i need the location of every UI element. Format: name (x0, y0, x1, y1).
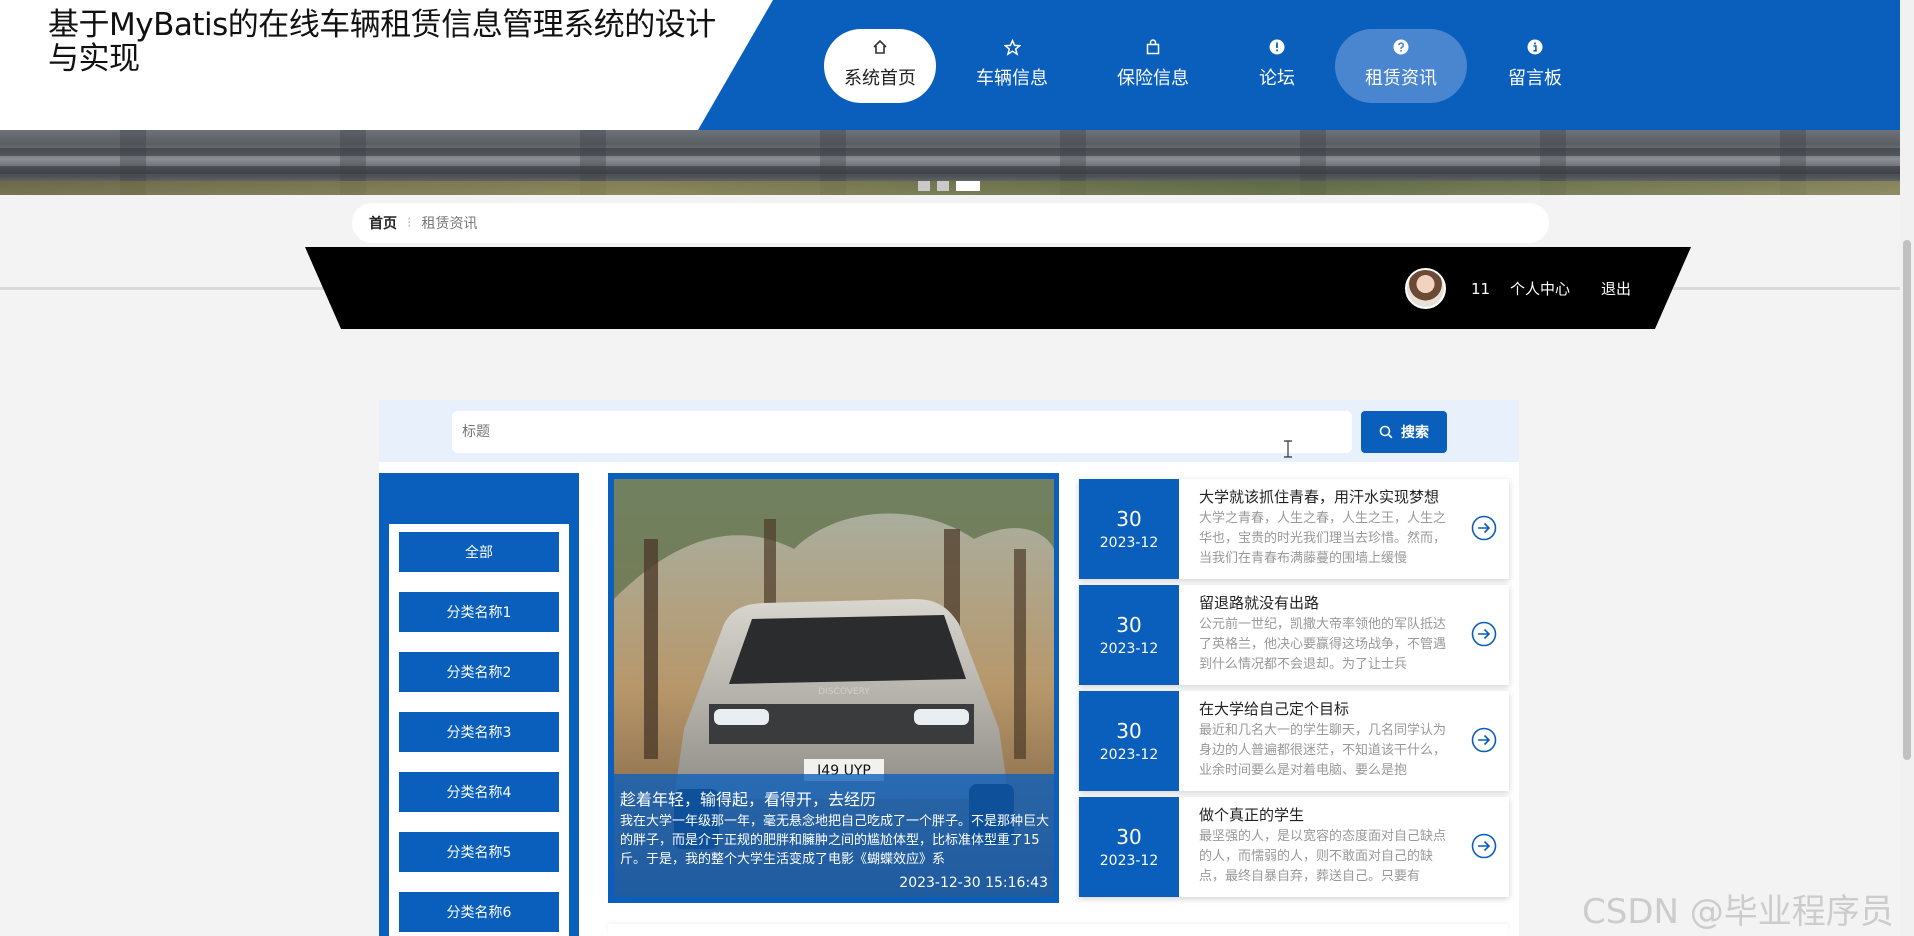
breadcrumb-separator: ⁝ (407, 215, 412, 231)
nav-item-rental-news[interactable]: 租赁资讯 (1335, 29, 1467, 103)
category-button[interactable]: 分类名称6 (399, 892, 559, 932)
news-summary: 大学之青春，人生之春，人生之王，人生之华也，宝贵的时光我们理当去珍惜。然而，当我… (1199, 511, 1447, 566)
arrow-right-circle-icon[interactable] (1471, 621, 1497, 647)
news-item[interactable]: 30 2023-12 在大学给自己定个目标 最近和几名大一的学生聊天，几名同学认… (1079, 691, 1509, 791)
category-button[interactable]: 分类名称5 (399, 832, 559, 872)
nav-item-label: 租赁资讯 (1365, 68, 1437, 89)
personal-center-link[interactable]: 个人中心 (1510, 279, 1570, 299)
carousel-indicators[interactable] (918, 181, 980, 191)
category-button[interactable]: 分类名称2 (399, 652, 559, 692)
news-item[interactable]: 30 2023-12 留退路就没有出路 公元前一世纪，凯撒大帝率领他的军队抵达了… (1079, 585, 1509, 685)
news-title[interactable]: 在大学给自己定个目标 (1199, 698, 1349, 719)
search-button[interactable]: 搜索 (1361, 411, 1447, 453)
news-title[interactable]: 做个真正的学生 (1199, 804, 1304, 825)
news-summary: 最坚强的人，是以宽容的态度面对自己缺点的人，而懦弱的人，则不敢面对自己的缺点，最… (1199, 829, 1447, 884)
nav-item-home[interactable]: 系统首页 (824, 29, 936, 103)
news-day: 30 (1116, 507, 1142, 531)
home-icon (873, 39, 887, 54)
car-badge: DISCOVERY (818, 687, 870, 697)
nav-item-vehicles[interactable]: 车辆信息 (956, 29, 1068, 103)
category-all-button[interactable]: 全部 (399, 532, 559, 572)
news-summary: 最近和几名大一的学生聊天，几名同学认为身边的人普遍都很迷茫，不知道该干什么，业余… (1199, 723, 1447, 778)
nav-item-forum[interactable]: 论坛 (1221, 29, 1333, 103)
news-day: 30 (1116, 719, 1142, 743)
category-button[interactable]: 分类名称4 (399, 772, 559, 812)
news-title[interactable]: 大学就该抓住青春，用汗水实现梦想 (1199, 486, 1439, 507)
arrow-right-circle-icon[interactable] (1471, 515, 1497, 541)
nav-item-label: 论坛 (1259, 68, 1295, 89)
featured-caption: 趁着年轻，输得起，看得开，去经历 我在大学一年级那一年，毫无悬念地把自己吃成了一… (614, 774, 1054, 897)
news-title[interactable]: 留退路就没有出路 (1199, 592, 1319, 613)
i-circle-icon (1527, 39, 1543, 55)
category-button[interactable]: 分类名称1 (399, 592, 559, 632)
arrow-right-circle-icon[interactable] (1471, 727, 1497, 753)
featured-time: 2023-12-30 15:16:43 (899, 875, 1048, 891)
breadcrumb-current: 租赁资讯 (421, 216, 478, 232)
nav-item-label: 系统首页 (844, 68, 916, 89)
news-date: 30 2023-12 (1079, 479, 1179, 579)
nav-item-label: 车辆信息 (976, 68, 1048, 89)
news-date: 30 2023-12 (1079, 691, 1179, 791)
news-year-month: 2023-12 (1099, 853, 1159, 869)
avatar[interactable] (1405, 268, 1446, 309)
question-circle-icon (1393, 39, 1409, 55)
breadcrumb-home[interactable]: 首页 (369, 213, 397, 233)
news-day: 30 (1116, 825, 1142, 849)
carousel-dot[interactable] (937, 181, 949, 191)
carousel-dot[interactable] (918, 181, 930, 191)
search-icon (1379, 425, 1393, 439)
arrow-right-circle-icon[interactable] (1471, 833, 1497, 859)
search-button-label: 搜索 (1401, 425, 1429, 441)
news-year-month: 2023-12 (1099, 641, 1159, 657)
nav-item-insurance[interactable]: 保险信息 (1097, 29, 1209, 103)
news-item[interactable]: 30 2023-12 做个真正的学生 最坚强的人，是以宽容的态度面对自己缺点的人… (1079, 797, 1509, 897)
site-title: 基于MyBatis的在线车辆租赁信息管理系统的设计与实现 (48, 7, 716, 77)
nav-item-guestbook[interactable]: 留言板 (1479, 29, 1591, 103)
bag-icon (1146, 39, 1160, 55)
carousel-dot-active[interactable] (956, 181, 980, 191)
text-cursor-icon (1284, 440, 1292, 458)
news-date: 30 2023-12 (1079, 585, 1179, 685)
star-icon (1003, 39, 1021, 56)
info-circle-icon (1269, 39, 1285, 55)
news-item[interactable]: 30 2023-12 大学就该抓住青春，用汗水实现梦想 大学之青春，人生之春，人… (1079, 479, 1509, 579)
news-date: 30 2023-12 (1079, 797, 1179, 897)
search-input[interactable] (452, 411, 1352, 453)
news-day: 30 (1116, 613, 1142, 637)
category-button[interactable]: 分类名称3 (399, 712, 559, 752)
breadcrumb: 首页 ⁝ 租赁资讯 (352, 203, 1549, 243)
nav-item-label: 保险信息 (1117, 68, 1189, 89)
logout-link[interactable]: 退出 (1601, 279, 1631, 299)
news-year-month: 2023-12 (1099, 535, 1159, 551)
username: 11 (1471, 280, 1491, 298)
watermark: CSDN @毕业程序员 (1582, 892, 1894, 932)
featured-summary: 我在大学一年级那一年，毫无悬念地把自己吃成了一个胖子。不是那种巨大的胖子，而是介… (620, 814, 1050, 867)
scrollbar-thumb[interactable] (1903, 240, 1911, 760)
news-year-month: 2023-12 (1099, 747, 1159, 763)
next-section-card (608, 924, 1508, 936)
nav-item-label: 留言板 (1508, 68, 1562, 89)
news-summary: 公元前一世纪，凯撒大帝率领他的军队抵达了英格兰，他决心要赢得这场战争，不管遇到什… (1199, 617, 1447, 672)
featured-title[interactable]: 趁着年轻，输得起，看得开，去经历 (620, 786, 876, 810)
